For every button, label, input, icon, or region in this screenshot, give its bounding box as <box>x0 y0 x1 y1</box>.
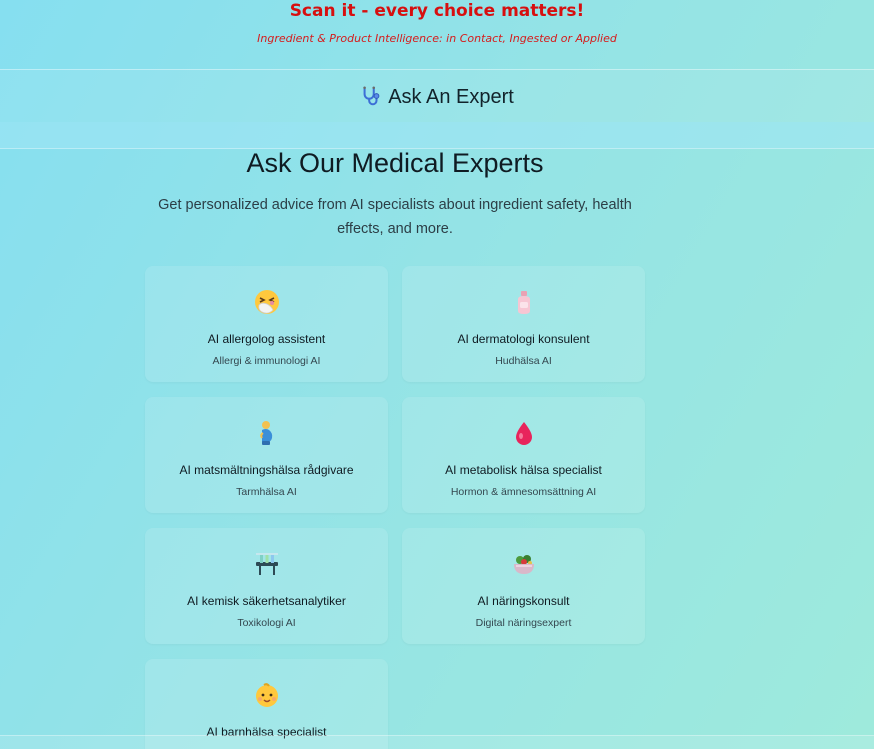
expert-card-metabolisk[interactable]: AI metabolisk hälsa specialist Hormon & … <box>402 397 645 513</box>
expert-title: AI allergolog assistent <box>207 332 326 346</box>
expert-title: AI dermatologi konsulent <box>457 332 590 346</box>
expert-card-naring[interactable]: AI näringskonsult Digital näringsexpert <box>402 528 645 644</box>
header-title-text: Ask An Expert <box>388 86 514 108</box>
expert-card-kemisk[interactable]: AI kemisk säkerhetsanalytiker Toxikologi… <box>145 528 388 644</box>
expert-title: AI näringskonsult <box>477 594 570 608</box>
page-description: Get personalized advice from AI speciali… <box>158 197 632 237</box>
expert-subtitle: Toxikologi AI <box>237 617 296 629</box>
expert-subtitle: Allergi & immunologi AI <box>212 355 321 367</box>
tagline: Scan it - every choice matters! <box>289 1 585 21</box>
expert-subtitle: Hudhälsa AI <box>495 355 552 367</box>
expert-card-allergolog[interactable]: AI allergolog assistent Allergi & immuno… <box>145 266 388 382</box>
page-title: Ask Our Medical Experts <box>246 148 544 178</box>
baby-icon <box>145 681 388 711</box>
expert-subtitle: Digital näringsexpert <box>475 617 572 629</box>
header-title: Ask An Expert <box>0 84 874 110</box>
expert-title: AI matsmältningshälsa rådgivare <box>179 463 354 477</box>
header-bar: Ask An Expert <box>0 70 874 122</box>
header-divider-band <box>0 122 874 149</box>
top-banner: Scan it - every choice matters! Ingredie… <box>0 0 874 70</box>
test-tube-rack-icon <box>145 550 388 580</box>
bottom-strip <box>0 735 874 749</box>
lotion-bottle-icon <box>402 288 645 318</box>
expert-subtitle: Tarmhälsa AI <box>236 486 297 498</box>
expert-card-matsmaltning[interactable]: AI matsmältningshälsa rådgivare Tarmhäls… <box>145 397 388 513</box>
salad-bowl-icon <box>402 550 645 580</box>
expert-title: AI metabolisk hälsa specialist <box>445 463 602 477</box>
stethoscope-icon <box>360 85 382 107</box>
expert-title: AI kemisk säkerhetsanalytiker <box>187 594 346 608</box>
pregnant-person-icon <box>145 419 388 449</box>
expert-subtitle: Hormon & ämnesomsättning AI <box>450 486 597 498</box>
subtagline: Ingredient & Product Intelligence: in Co… <box>257 32 617 45</box>
sneezing-face-icon <box>145 288 388 318</box>
expert-card-dermatologi[interactable]: AI dermatologi konsulent Hudhälsa AI <box>402 266 645 382</box>
drop-of-blood-icon <box>402 419 645 449</box>
